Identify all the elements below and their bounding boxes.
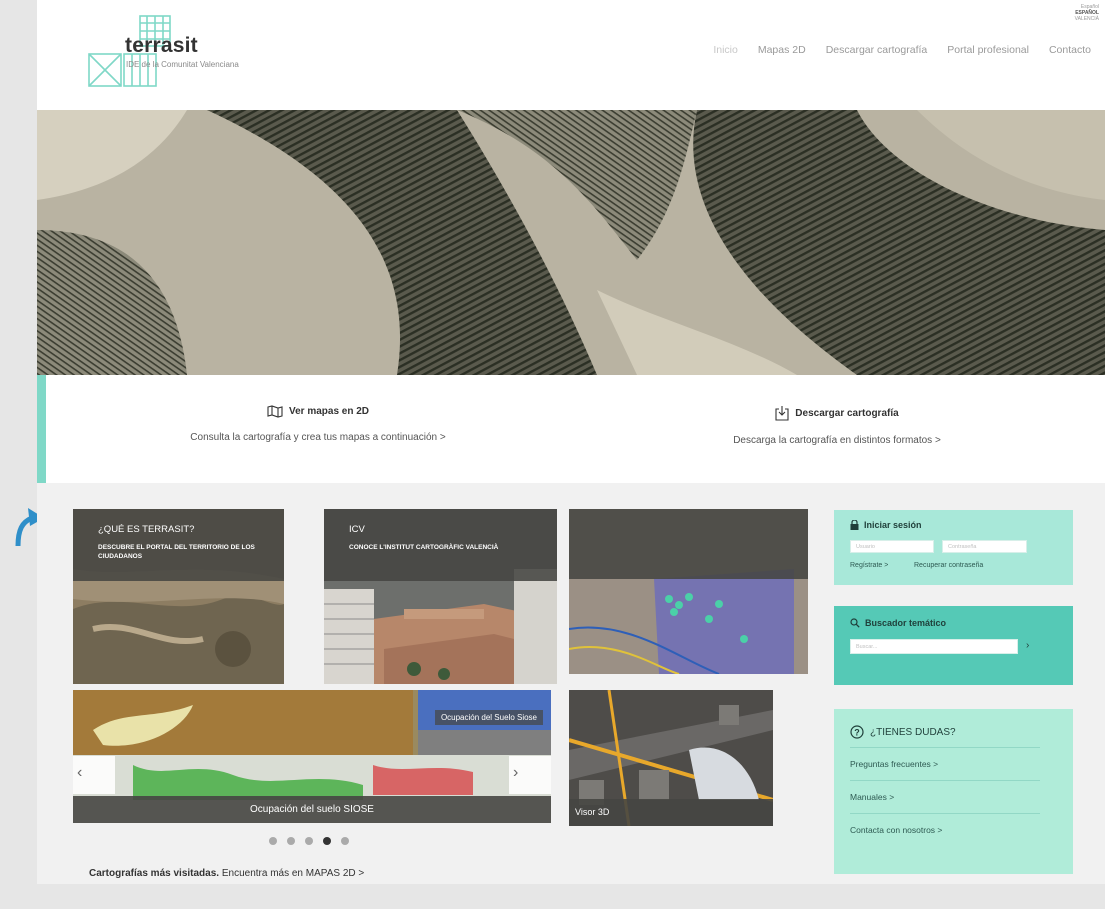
carousel-prev-button[interactable]: ‹ [73,756,115,794]
tile-caption: ICV CONOCE L'INSTITUT CARTOGRÀFIC VALENC… [324,509,557,581]
help-widget: ? ¿TIENES DUDAS? Preguntas frecuentes > … [834,709,1073,874]
language-option[interactable]: VALENCIÀ [1075,16,1099,22]
quick-link-download-desc[interactable]: Descarga la cartografía en distintos for… [707,435,967,446]
question-icon: ? [850,725,864,739]
quick-link-maps-desc[interactable]: Consulta la cartografía y crea tus mapas… [173,432,463,443]
carousel-dot[interactable] [287,837,295,845]
search-go-button[interactable]: › [1026,640,1029,651]
nav-item-mapas-2d[interactable]: Mapas 2D [758,44,806,56]
nav-item-portal-profesional[interactable]: Portal profesional [947,44,1029,56]
tile-caption: Visor 3D [569,799,773,826]
quick-link-download-title[interactable]: Descargar cartografía [795,408,898,419]
tile-heading: ICV [349,524,365,535]
page: terrasit IDE de la Comunitat Valenciana … [37,0,1105,884]
tile-que-es-terrasit[interactable]: ¿QUÉ ES TERRASIT? DESCUBRE EL PORTAL DEL… [73,509,284,684]
svg-text:?: ? [854,728,860,738]
hero-aerial-image [37,110,1105,375]
most-visited-link[interactable]: Encuentra más en MAPAS 2D > [219,868,364,879]
most-visited-bold: Cartografías más visitadas. [89,868,220,879]
download-icon [775,406,789,421]
register-link[interactable]: Regístrate > [850,562,888,569]
main-nav: Inicio Mapas 2D Descargar cartografía Po… [713,44,1091,56]
language-selector[interactable]: Español ESPAÑOL VALENCIÀ [1075,4,1099,22]
help-title: ¿TIENES DUDAS? [870,726,956,738]
carousel-dots [269,837,349,845]
tile-icv[interactable]: ICV CONOCE L'INSTITUT CARTOGRÀFIC VALENC… [324,509,557,684]
logo-name[interactable]: terrasit [125,34,198,58]
chevron-left-icon: ‹ [77,764,83,781]
map-icon [267,405,283,418]
password-input[interactable]: Contraseña [942,540,1027,553]
tile-subheading: DESCUBRE EL PORTAL DEL TERRITORIO DE LOS… [98,544,255,560]
carousel-caption: Ocupación del suelo SIOSE [73,796,551,823]
lock-icon [850,520,859,530]
tile-visor-3d[interactable]: Visor 3D [569,690,773,826]
carousel-next-button[interactable]: › [509,756,551,794]
search-input[interactable]: Buscar... [850,639,1018,654]
search-title-row: Buscador temático [850,618,946,628]
most-visited-text[interactable]: Cartografías más visitadas. Encuentra má… [89,868,364,879]
carousel-dot-active[interactable] [323,837,331,845]
quick-links: Ver mapas en 2D Consulta la cartografía … [37,375,1105,483]
carousel-dot[interactable] [305,837,313,845]
content-area: ¿QUÉ ES TERRASIT? DESCUBRE EL PORTAL DEL… [37,483,1105,884]
recover-password-link[interactable]: Recuperar contraseña [914,562,983,569]
nav-item-descargar-cartografia[interactable]: Descargar cartografía [826,44,928,56]
tile-map-preview[interactable] [569,509,808,674]
tile-heading: ¿QUÉ ES TERRASIT? [98,524,195,535]
help-list: Preguntas frecuentes > Manuales > Contac… [850,747,1040,846]
logo-subtitle: IDE de la Comunitat Valenciana [126,60,239,69]
tile-subheading: CONOCE L'INSTITUT CARTOGRÀFIC VALENCIÀ [349,544,499,551]
site-header: terrasit IDE de la Comunitat Valenciana … [37,0,1105,110]
accent-bar [37,375,46,483]
carousel-label: Ocupación del Suelo Siose [434,710,543,725]
chevron-right-icon: › [513,764,519,781]
quick-link-maps[interactable]: Ver mapas en 2D Consulta la cartografía … [173,405,463,443]
search-icon [850,618,860,628]
quick-link-download[interactable]: Descargar cartografía Descarga la cartog… [707,405,967,446]
search-widget: Buscador temático Buscar... › [834,606,1073,685]
login-title-row: Iniciar sesión [850,520,922,530]
nav-item-inicio[interactable]: Inicio [713,44,738,56]
nav-item-contacto[interactable]: Contacto [1049,44,1091,56]
help-title-row: ? ¿TIENES DUDAS? [850,725,956,739]
login-widget: Iniciar sesión Usuario Contraseña Regíst… [834,510,1073,585]
search-title: Buscador temático [865,618,947,628]
tile-caption: ¿QUÉ ES TERRASIT? DESCUBRE EL PORTAL DEL… [73,509,284,581]
quick-link-maps-title[interactable]: Ver mapas en 2D [289,406,369,417]
help-item-manuals[interactable]: Manuales > [850,781,1040,814]
carousel-dot[interactable] [269,837,277,845]
visor-3d-label: Visor 3D [575,807,610,817]
carousel-dot[interactable] [341,837,349,845]
tile-caption [569,509,808,579]
login-title: Iniciar sesión [864,520,922,530]
carousel[interactable]: Ocupación del Suelo Siose Ocupación del … [73,690,551,823]
help-item-faq[interactable]: Preguntas frecuentes > [850,748,1040,781]
username-input[interactable]: Usuario [850,540,934,553]
help-item-contact[interactable]: Contacta con nosotros > [850,814,1040,846]
